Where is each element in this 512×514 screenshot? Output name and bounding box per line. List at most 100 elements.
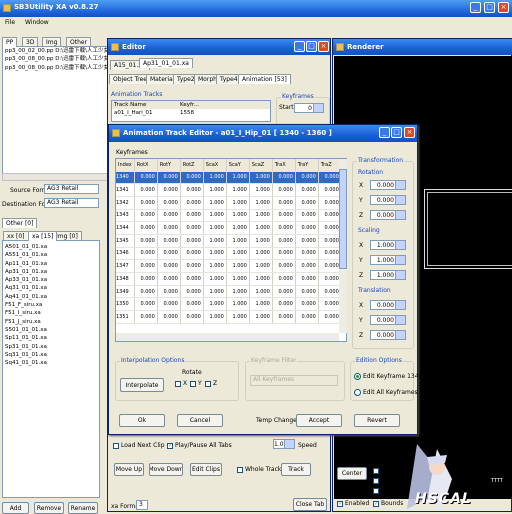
minimize-button[interactable]: _ [470,2,481,13]
keyframe-cell[interactable]: 1.000 [249,221,273,235]
keyframe-cell[interactable]: 0.000 [272,221,296,235]
keyframe-cell[interactable]: 1.000 [226,183,250,197]
keyframe-cell[interactable]: 0.000 [180,259,204,273]
keyframe-cell[interactable]: 0.000 [134,272,158,286]
move-down-button[interactable]: Move Down [149,463,183,476]
start-spinner[interactable]: 0 [294,103,324,113]
keyframe-cell[interactable]: 1.000 [203,259,227,273]
list-item[interactable]: F51_F_siru.xa [3,301,99,309]
keyframe-cell[interactable]: 0.000 [318,259,342,273]
keyframe-cell[interactable]: 0.000 [295,196,319,210]
keyframe-cell[interactable]: 0.000 [157,183,181,197]
keyframe-cell[interactable]: 0.000 [272,209,296,223]
keyframe-cell[interactable]: 1.000 [203,272,227,286]
list-item[interactable]: F51_J_siru.xa [3,318,99,326]
keyframe-cell[interactable]: 1343 [116,209,135,223]
ok-button[interactable]: Ok [119,414,165,427]
keyframe-cell[interactable]: 1.000 [226,171,250,185]
keyframe-cell[interactable]: 0.000 [180,247,204,261]
keyframe-cell[interactable]: 1346 [116,247,135,261]
keyframe-cell[interactable]: 0.000 [157,209,181,223]
list-item[interactable]: F51_I_siru.xa [3,309,99,317]
keyframe-cell[interactable]: 1351 [116,310,135,324]
keyframe-cell[interactable]: 1340 [116,171,135,185]
keyframe-cell[interactable]: 0.000 [272,272,296,286]
sca-z-spinner[interactable]: 1.000 [370,270,406,280]
keyframe-cell[interactable]: 0.000 [318,234,342,248]
xa-file-list[interactable]: A501_01_01.xa A551_01_01.xa Ap11_01_01.x… [2,240,100,498]
center-button[interactable]: Center [337,467,367,480]
keyframe-cell[interactable]: 0.000 [134,221,158,235]
keyframe-row[interactable]: 1349 0.000 0.000 0.000 1.000 1.000 1.000 0.000 0… [116,285,342,299]
cancel-button[interactable]: Cancel [177,414,223,427]
keyframe-cell[interactable]: 1.000 [226,272,250,286]
keyframe-cell[interactable]: 0.000 [157,285,181,299]
scroll-thumb[interactable] [339,169,347,269]
keyframe-cell[interactable]: 0.000 [272,247,296,261]
rot-z-spinner[interactable]: 0.000 [370,210,406,220]
keyframe-cell[interactable]: 0.000 [272,234,296,248]
keyframe-cell[interactable]: 0.000 [180,183,204,197]
keyframe-cell[interactable]: 0.000 [295,221,319,235]
add-button[interactable]: Add [2,502,29,514]
list-item[interactable]: Aq41_01_01.xa [3,293,99,301]
rot-x-spinner[interactable]: 0.000 [370,180,406,190]
keyframe-cell[interactable]: 1.000 [226,221,250,235]
list-item[interactable]: pp3_00_08_00.pp D:\迅雷下载\人工少女 [3,64,110,72]
dialog-maximize-button[interactable]: □ [391,127,402,138]
keyframe-cell[interactable]: 0.000 [134,310,158,324]
keyframe-cell[interactable]: 0.000 [157,310,181,324]
close-tab-button[interactable]: Close Tab [293,498,327,511]
keyframe-cell[interactable]: 0.000 [295,310,319,324]
keyframe-cell[interactable]: 1.000 [226,247,250,261]
keyframe-cell[interactable]: 0.000 [157,297,181,312]
keyframe-row[interactable]: 1341 0.000 0.000 0.000 1.000 1.000 1.000 0.000 0… [116,183,342,197]
keyframe-cell[interactable]: 1347 [116,259,135,273]
keyframe-cell[interactable]: 1342 [116,196,135,210]
rotate-x-checkbox[interactable]: X [175,380,187,387]
keyframe-cell[interactable]: 0.000 [318,171,342,185]
keyframe-cell[interactable]: 0.000 [272,183,296,197]
editor-maximize-button[interactable]: □ [306,41,317,52]
menu-file[interactable]: File [5,19,15,26]
keyframe-cell[interactable]: 1.000 [249,247,273,261]
keyframe-cell[interactable]: 0.000 [272,196,296,210]
edit-all-radio[interactable]: Edit All Keyframes [354,389,418,396]
keyframe-cell[interactable]: 1.000 [249,310,273,324]
editor-close-button[interactable]: × [318,41,329,52]
load-next-clip-checkbox[interactable]: Load Next Clip [113,442,165,449]
keyframe-cell[interactable]: 1348 [116,272,135,286]
move-up-button[interactable]: Move Up [114,463,144,476]
keyframe-cell[interactable]: 0.000 [295,171,319,185]
keyframe-cell[interactable]: 1.000 [203,196,227,210]
bones-checkbox[interactable]: Bones [373,487,399,494]
keyframe-cell[interactable]: 0.000 [134,285,158,299]
keyframe-cell[interactable]: 0.000 [318,285,342,299]
keyframe-cell[interactable]: 0.000 [295,259,319,273]
keyframe-filter-select[interactable]: All Keyframes [250,375,338,386]
keyframe-cell[interactable]: 0.000 [134,209,158,223]
keyframe-row[interactable]: 1346 0.000 0.000 0.000 1.000 1.000 1.000 0.000 0… [116,247,342,261]
list-item[interactable]: Sp31_01_01.xa [3,343,99,351]
keyframe-cell[interactable]: 0.000 [318,221,342,235]
keyframe-cell[interactable]: 0.000 [180,285,204,299]
keyframe-cell[interactable]: 1.000 [203,183,227,197]
keyframe-cell[interactable]: 1.000 [249,209,273,223]
keyframe-cell[interactable]: 0.000 [318,310,342,324]
keyframe-cell[interactable]: 1.000 [203,171,227,185]
keyframe-cell[interactable]: 1.000 [226,285,250,299]
play-pause-checkbox[interactable]: ✓ Play/Pause All Tabs [167,442,232,449]
dest-format-select[interactable]: AG3 Retail [44,198,99,208]
keyframe-cell[interactable]: 1.000 [226,234,250,248]
remove-button[interactable]: Remove [34,502,64,514]
keyframe-cell[interactable]: 1.000 [249,297,273,312]
list-item[interactable]: pp3_00_08_00.pp D:\迅雷下载\人工少女 [3,55,110,63]
keyframe-cell[interactable]: 1.000 [249,196,273,210]
list-item[interactable]: pp3_00_02_00.pp D:\迅雷下载\人工少女 [3,47,110,55]
keyframe-cell[interactable]: 1.000 [249,234,273,248]
keyframe-cell[interactable]: 1.000 [249,272,273,286]
dialog-close-button[interactable]: × [404,127,415,138]
tab-ap31[interactable]: Ap31_01_01.xa [139,58,193,68]
list-item[interactable]: Ap33_01_01.xa [3,276,99,284]
keyframe-cell[interactable]: 0.000 [134,234,158,248]
